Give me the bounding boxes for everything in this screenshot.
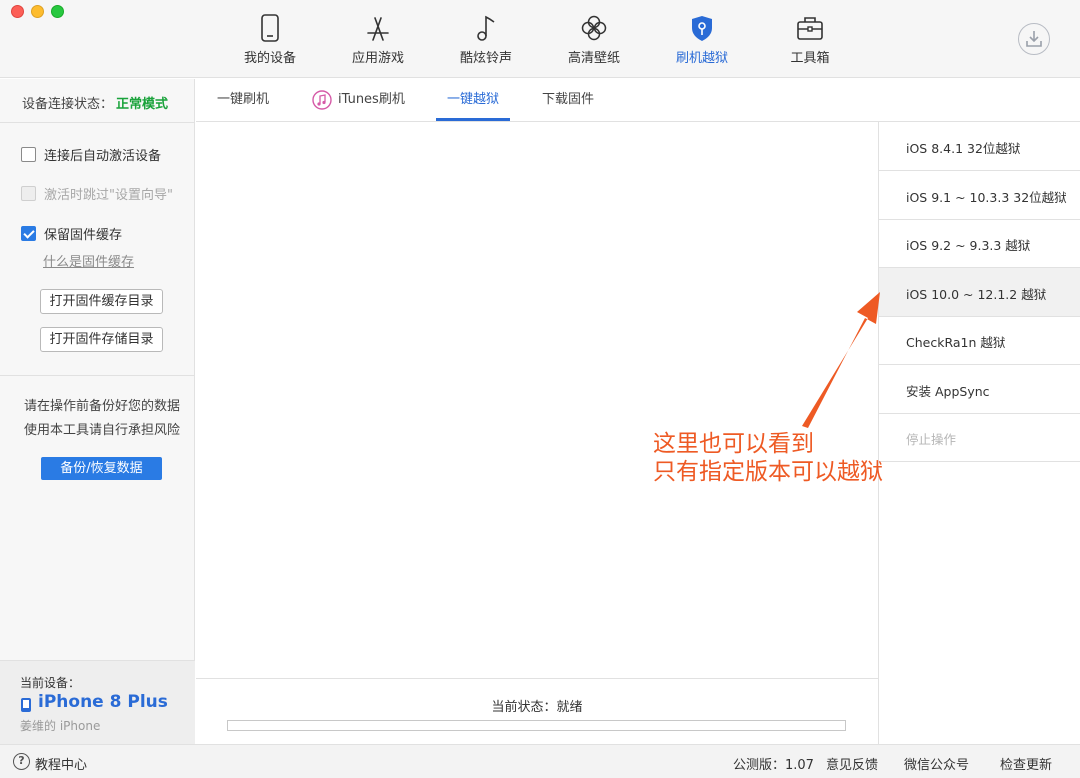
- nav-wallpapers[interactable]: 高清壁纸: [544, 12, 644, 72]
- annotation-line-1: 这里也可以看到: [653, 431, 814, 457]
- status-panel: 当前状态：就绪: [196, 678, 878, 744]
- keep-cache-label: 保留固件缓存: [44, 227, 123, 243]
- nav-my-device[interactable]: 我的设备: [220, 12, 320, 72]
- version-label: 公测版：1.07: [733, 758, 814, 773]
- sidebar-divider: [0, 375, 195, 376]
- annotation-arrow-icon: [802, 292, 880, 428]
- shield-icon: [692, 16, 712, 41]
- help-icon[interactable]: ?: [13, 753, 30, 770]
- keep-cache-option[interactable]: 保留固件缓存: [21, 223, 122, 243]
- itunes-icon: [312, 90, 332, 110]
- nav-flash-jailbreak[interactable]: 刷机越狱: [652, 12, 752, 72]
- nav-label: 工具箱: [790, 51, 830, 66]
- auto-activate-label: 连接后自动激活设备: [44, 148, 162, 164]
- phone-icon: [261, 14, 279, 42]
- jailbreak-item-checkra1n[interactable]: CheckRa1n 越狱: [879, 316, 1080, 365]
- download-icon: [1026, 31, 1042, 47]
- nav-label: 刷机越狱: [675, 51, 728, 66]
- progress-bar: [227, 720, 846, 731]
- list-item-label: iOS 9.1 ~ 10.3.3 32位越狱: [906, 190, 1067, 205]
- top-toolbar: 我的设备 应用游戏 酷炫铃声 高清壁纸 刷机越狱 工具箱: [0, 0, 1080, 78]
- nav-label: 高清壁纸: [567, 51, 620, 66]
- list-item-label: 安装 AppSync: [906, 384, 990, 399]
- jailbreak-item-ios-8-4-1[interactable]: iOS 8.4.1 32位越狱: [879, 122, 1080, 171]
- main-content-area: [196, 122, 878, 678]
- keep-cache-checkbox[interactable]: [21, 225, 36, 241]
- warning-line-1: 请在操作前备份好您的数据: [24, 399, 181, 414]
- auto-activate-option[interactable]: 连接后自动激活设备: [21, 144, 161, 164]
- device-phone-icon: [21, 698, 31, 712]
- tutorial-center-link[interactable]: 教程中心: [35, 754, 87, 773]
- jailbreak-item-ios-9-1-10-3-3[interactable]: iOS 9.1 ~ 10.3.3 32位越狱: [879, 171, 1080, 220]
- tab-download-firmware[interactable]: 下载固件: [542, 79, 594, 122]
- sidebar: 设备连接状态： 正常模式 连接后自动激活设备 激活时跳过"设置向导" 保留固件缓…: [0, 79, 195, 744]
- jailbreak-item-ios-10-0-12-1-2[interactable]: iOS 10.0 ~ 12.1.2 越狱: [879, 268, 1080, 317]
- close-window-button[interactable]: [11, 5, 24, 18]
- music-note-icon: [477, 15, 495, 41]
- active-tab-indicator: [436, 118, 510, 121]
- skip-setup-option: 激活时跳过"设置向导": [21, 183, 173, 203]
- jailbreak-item-ios-9-2-9-3-3[interactable]: iOS 9.2 ~ 9.3.3 越狱: [879, 219, 1080, 268]
- skip-setup-checkbox: [21, 185, 36, 201]
- current-status-text: 当前状态：就绪: [491, 700, 583, 715]
- feedback-link[interactable]: 意见反馈: [826, 754, 878, 773]
- download-button[interactable]: [1018, 23, 1050, 55]
- tab-one-click-jailbreak[interactable]: 一键越狱: [447, 79, 499, 122]
- list-item-label: 停止操作: [906, 432, 957, 447]
- list-item-label: CheckRa1n 越狱: [906, 335, 1006, 350]
- footer-bar: ? 教程中心 公测版：1.07 意见反馈 微信公众号 检查更新: [0, 744, 1080, 778]
- tab-one-click-flash[interactable]: 一键刷机: [217, 79, 269, 122]
- skip-setup-label: 激活时跳过"设置向导": [44, 187, 173, 203]
- toolbox-icon: [797, 17, 823, 40]
- open-storage-dir-button[interactable]: 打开固件存储目录: [40, 327, 163, 352]
- nav-label: 酷炫铃声: [459, 51, 512, 66]
- warning-line-2: 使用本工具请自行承担风险: [24, 423, 181, 438]
- device-owner-name: 姜维的 iPhone: [20, 719, 101, 733]
- install-appsync-item[interactable]: 安装 AppSync: [879, 365, 1080, 414]
- current-device-title: 当前设备：: [20, 676, 81, 690]
- what-is-cache-link[interactable]: 什么是固件缓存: [43, 251, 134, 270]
- connection-status-value: 正常模式: [116, 97, 169, 112]
- open-cache-dir-button[interactable]: 打开固件缓存目录: [40, 289, 163, 314]
- connection-status-label: 设备连接状态：: [22, 97, 114, 112]
- check-update-link[interactable]: 检查更新: [1000, 754, 1052, 773]
- tab-itunes-flash[interactable]: iTunes刷机: [338, 79, 405, 122]
- stop-operation-item: 停止操作: [879, 413, 1080, 462]
- wechat-link[interactable]: 微信公众号: [904, 754, 969, 773]
- maximize-window-button[interactable]: [51, 5, 64, 18]
- app-store-icon: [367, 17, 389, 41]
- list-item-label: iOS 8.4.1 32位越狱: [906, 141, 1021, 156]
- list-item-label: iOS 9.2 ~ 9.3.3 越狱: [906, 238, 1031, 253]
- device-name: iPhone 8 Plus: [38, 692, 168, 712]
- auto-activate-checkbox[interactable]: [21, 146, 36, 162]
- nav-ringtones[interactable]: 酷炫铃声: [436, 12, 536, 72]
- nav-toolbox[interactable]: 工具箱: [760, 12, 860, 72]
- flower-icon: [581, 15, 607, 41]
- jailbreak-version-list: iOS 8.4.1 32位越狱 iOS 9.1 ~ 10.3.3 32位越狱 i…: [878, 122, 1080, 744]
- current-device-panel: 当前设备： iPhone 8 Plus 姜维的 iPhone: [0, 660, 195, 744]
- nav-label: 我的设备: [243, 51, 296, 66]
- connection-status-row: 设备连接状态： 正常模式: [0, 79, 195, 123]
- app-window: 我的设备 应用游戏 酷炫铃声 高清壁纸 刷机越狱 工具箱 设备连接状态： 正常模…: [0, 0, 1080, 778]
- list-item-label: iOS 10.0 ~ 12.1.2 越狱: [906, 287, 1047, 302]
- nav-label: 应用游戏: [351, 51, 404, 66]
- annotation-line-2: 只有指定版本可以越狱: [653, 459, 883, 485]
- nav-apps-games[interactable]: 应用游戏: [328, 12, 428, 72]
- minimize-window-button[interactable]: [31, 5, 44, 18]
- annotation-text: 这里也可以看到 只有指定版本可以越狱: [653, 430, 883, 486]
- backup-restore-button[interactable]: 备份/恢复数据: [41, 457, 162, 480]
